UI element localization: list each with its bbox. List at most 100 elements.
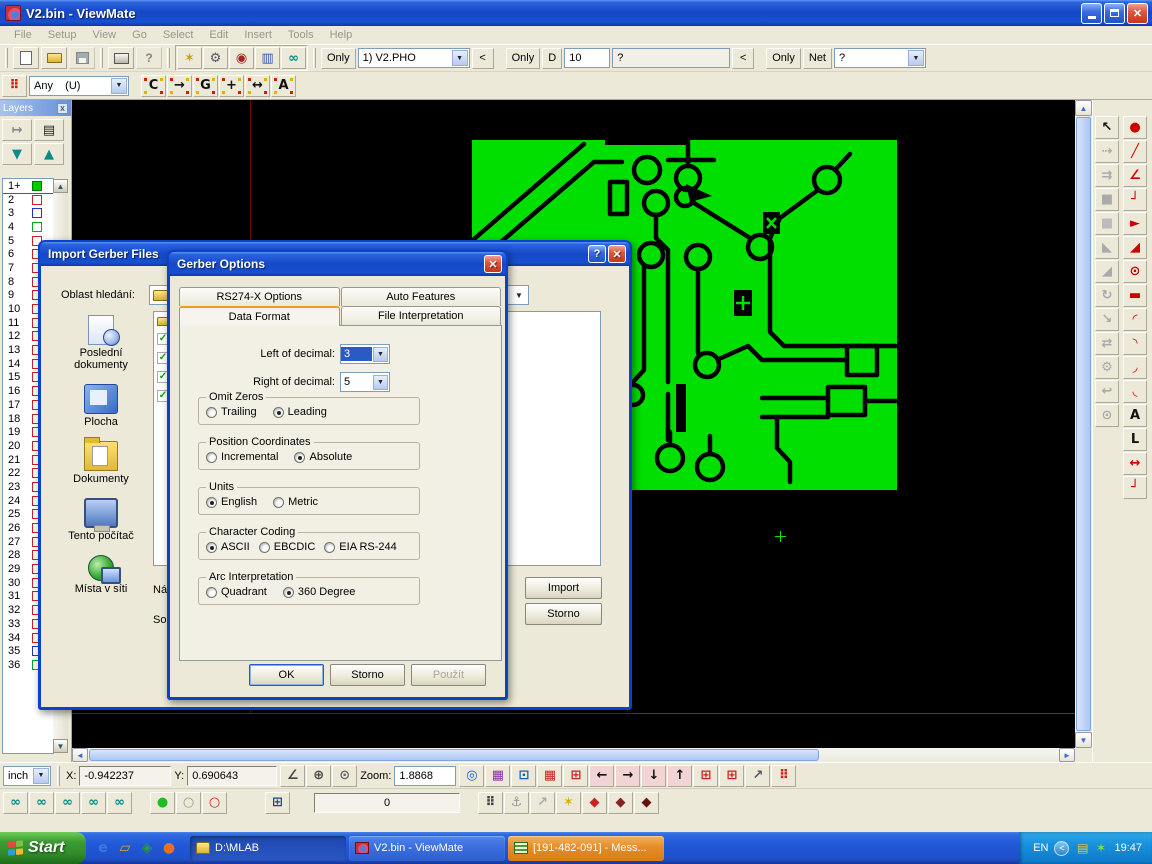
- probe-point-icon[interactable]: ⊙: [332, 765, 357, 787]
- fill-light-icon[interactable]: ■: [1095, 212, 1119, 235]
- radio-trailing[interactable]: Trailing: [206, 406, 257, 418]
- menu-setup[interactable]: Setup: [40, 27, 85, 43]
- zoom-in-icon[interactable]: ◎: [459, 765, 484, 787]
- context-help-button[interactable]: ?: [136, 47, 162, 69]
- scroll-down-icon[interactable]: ▼: [53, 739, 68, 753]
- view-sketch-icon[interactable]: ∞: [107, 792, 132, 814]
- place-tento-po-ta[interactable]: Tento počítač: [53, 498, 149, 542]
- place-plocha[interactable]: Plocha: [53, 384, 149, 428]
- import-cancel-button[interactable]: Storno: [525, 603, 602, 625]
- quick-folder-icon[interactable]: ▱: [116, 839, 134, 857]
- pad-pattern2-icon[interactable]: ◆: [608, 792, 633, 814]
- right-decimal-combo[interactable]: 5 ▼: [340, 372, 390, 392]
- grid-lines-icon[interactable]: ⊞: [563, 765, 588, 787]
- layer-row-1[interactable]: 1+: [3, 179, 53, 193]
- radio-ebcdic[interactable]: EBCDIC: [259, 541, 316, 553]
- firefox-icon[interactable]: ●: [160, 839, 178, 857]
- tray-notes-icon[interactable]: ▤: [1075, 841, 1090, 856]
- draw-arc-ul-icon[interactable]: ◜: [1123, 308, 1147, 331]
- scale-icon[interactable]: ↘: [1095, 308, 1119, 331]
- tab-data-format[interactable]: Data Format: [179, 306, 340, 326]
- flip-horizontal-icon[interactable]: ◣: [1095, 236, 1119, 259]
- left-decimal-combo[interactable]: 3 ▼: [340, 344, 390, 364]
- close-button[interactable]: ✕: [1127, 3, 1148, 24]
- draw-arc-ur-icon[interactable]: ◝: [1123, 332, 1147, 355]
- layer-color-swatch[interactable]: [32, 222, 42, 232]
- lamp-off-icon[interactable]: ○: [176, 792, 201, 814]
- zoom-value-field[interactable]: 1.8868: [394, 766, 456, 786]
- only-net-button[interactable]: Only: [766, 48, 801, 69]
- grid-dots-icon[interactable]: ▦: [537, 765, 562, 787]
- layer-color-swatch[interactable]: [32, 181, 42, 191]
- dcode-input[interactable]: 10: [564, 48, 610, 68]
- layer-down-icon[interactable]: ▼: [2, 143, 32, 165]
- dcode-plus-icon[interactable]: +: [219, 75, 244, 97]
- restore-button[interactable]: [1104, 3, 1125, 24]
- draw-rect-icon[interactable]: ▬: [1123, 284, 1147, 307]
- radio-eia-rs-244[interactable]: EIA RS-244: [324, 541, 396, 553]
- dcode-name-field[interactable]: ?: [612, 48, 730, 68]
- menu-help[interactable]: Help: [322, 27, 361, 43]
- tab-auto-features[interactable]: Auto Features: [341, 287, 502, 306]
- layer-row-4[interactable]: 4: [3, 220, 53, 234]
- tray-collapse-icon[interactable]: <: [1054, 841, 1069, 856]
- print-button[interactable]: [108, 47, 134, 69]
- radio-quadrant[interactable]: Quadrant: [206, 586, 267, 598]
- pan-left-icon[interactable]: ←: [589, 765, 614, 787]
- quick-book-icon[interactable]: ◈: [138, 839, 156, 857]
- draw-polyline-icon[interactable]: ∠: [1123, 164, 1147, 187]
- chevron-down-icon[interactable]: ▼: [33, 768, 49, 784]
- layer-goto-icon[interactable]: ↦: [2, 119, 32, 141]
- menu-go[interactable]: Go: [124, 27, 155, 43]
- save-file-button[interactable]: [69, 47, 95, 69]
- new-file-button[interactable]: [13, 47, 39, 69]
- draw-corner-icon[interactable]: ┘: [1123, 188, 1147, 211]
- menu-insert[interactable]: Insert: [236, 27, 280, 43]
- draw-text-icon[interactable]: A: [1123, 404, 1147, 427]
- chevron-down-icon[interactable]: ▼: [111, 78, 127, 94]
- radio-leading[interactable]: Leading: [273, 406, 327, 418]
- prev-dcode-button[interactable]: <: [732, 48, 754, 69]
- select-pointer-icon[interactable]: ↖: [1095, 116, 1119, 139]
- lamp-outline-icon[interactable]: ○: [202, 792, 227, 814]
- pan-right-icon[interactable]: →: [615, 765, 640, 787]
- radio-incremental[interactable]: Incremental: [206, 451, 278, 463]
- dcode-g-icon[interactable]: G: [193, 75, 218, 97]
- draw-route-icon[interactable]: ┘: [1123, 476, 1147, 499]
- pan-down-icon[interactable]: ↓: [641, 765, 666, 787]
- view-layers-icon[interactable]: ∞: [29, 792, 54, 814]
- place-posledn-dokumenty[interactable]: Poslední dokumenty: [53, 315, 149, 371]
- pad-pattern1-icon[interactable]: ◆: [582, 792, 607, 814]
- highlight-flash-icon[interactable]: ✶: [177, 47, 202, 69]
- dcode-button[interactable]: D: [542, 48, 562, 69]
- zoom-grid-icon[interactable]: ▦: [485, 765, 510, 787]
- layers-panel-titlebar[interactable]: Layers x: [0, 100, 71, 116]
- start-button[interactable]: Start: [0, 832, 86, 864]
- chevron-down-icon[interactable]: ▼: [511, 287, 527, 303]
- layer-row-3[interactable]: 3: [3, 206, 53, 220]
- dcode-marks-icon[interactable]: ⠿: [2, 75, 27, 97]
- fill-dark-icon[interactable]: ■: [1095, 188, 1119, 211]
- view-marked-icon[interactable]: ∞: [81, 792, 106, 814]
- grid-page-right-icon[interactable]: ⊞: [719, 765, 744, 787]
- layer-colors-icon[interactable]: ▥: [255, 47, 280, 69]
- scroll-down-icon[interactable]: ▼: [1075, 732, 1092, 748]
- menu-select[interactable]: Select: [155, 27, 202, 43]
- dialog-close-button[interactable]: ✕: [608, 245, 626, 263]
- minimize-button[interactable]: [1081, 3, 1102, 24]
- layer-row-2[interactable]: 2: [3, 193, 53, 207]
- chevron-down-icon[interactable]: ▼: [373, 347, 388, 362]
- anchor-icon[interactable]: ⚓: [504, 792, 529, 814]
- units-combo[interactable]: inch ▼: [3, 766, 51, 786]
- dcode-c-icon[interactable]: C: [141, 75, 166, 97]
- taskbar-task-0[interactable]: D:\MLAB: [190, 836, 346, 861]
- pad-pattern3-icon[interactable]: ◆: [634, 792, 659, 814]
- select-multi-icon[interactable]: ⇉: [1095, 164, 1119, 187]
- menu-edit[interactable]: Edit: [201, 27, 236, 43]
- active-layer-combo[interactable]: 1) V2.PHO ▼: [358, 48, 470, 68]
- node-edit-icon[interactable]: ⊙: [1095, 404, 1119, 427]
- resize-region-icon[interactable]: ↗: [745, 765, 770, 787]
- snap-grid-icon[interactable]: ⠿: [478, 792, 503, 814]
- angle-measure-icon[interactable]: ∠: [280, 765, 305, 787]
- layer-color-swatch[interactable]: [32, 208, 42, 218]
